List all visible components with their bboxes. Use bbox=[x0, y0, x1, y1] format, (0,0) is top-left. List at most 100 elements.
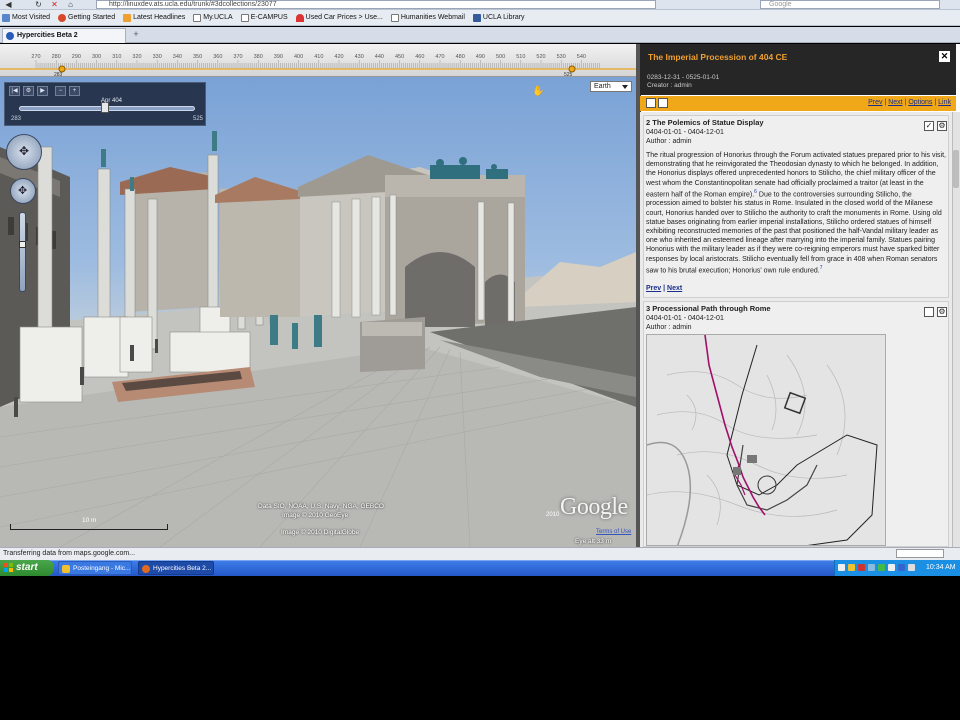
item-next-link[interactable]: Next bbox=[667, 285, 682, 292]
terms-of-use-link[interactable]: Terms of Use bbox=[596, 529, 631, 535]
timeline-tick-label: 310 bbox=[112, 54, 121, 60]
next-link[interactable]: Next bbox=[888, 99, 902, 106]
item-author: Author : admin bbox=[646, 138, 692, 145]
map-attribution-geoeye: Image © 2010 GeoEye bbox=[282, 512, 349, 519]
timeline-tick-label: 390 bbox=[274, 54, 283, 60]
panel-content[interactable]: 2 The Polemics of Statue Display ✓ ⚙ 040… bbox=[640, 112, 952, 547]
map-attribution-digitalglobe: Image © 2010 DigitalGlobe bbox=[281, 529, 360, 536]
timeline-tick-label: 370 bbox=[233, 54, 242, 60]
close-icon[interactable]: ✕ bbox=[939, 51, 950, 62]
firefox-icon bbox=[142, 565, 150, 573]
back-icon[interactable]: ◀ bbox=[2, 0, 15, 9]
item-author: Author : admin bbox=[646, 324, 692, 331]
bookmarks-bar: Most Visited Getting Started Latest Head… bbox=[0, 10, 960, 26]
item-settings-icon[interactable]: ⚙ bbox=[937, 121, 947, 131]
bookmark-humanities-webmail[interactable]: Humanities Webmail bbox=[390, 13, 465, 22]
item-prev-link[interactable]: Prev bbox=[646, 285, 661, 292]
volume-icon[interactable] bbox=[908, 564, 915, 571]
time-play-button[interactable]: ▶ bbox=[37, 86, 48, 96]
bookmark-most-visited[interactable]: Most Visited bbox=[2, 13, 50, 22]
firefox-icon bbox=[58, 13, 66, 22]
scale-bar bbox=[10, 524, 168, 530]
zoom-out-icon[interactable]: − bbox=[55, 86, 66, 96]
bookmark-latest-headlines[interactable]: Latest Headlines bbox=[123, 13, 185, 22]
timeline-tick-label: 400 bbox=[294, 54, 303, 60]
taskbar-item-firefox[interactable]: Hypercities Beta 2... bbox=[138, 561, 214, 575]
status-bar: Transferring data from maps.google.com..… bbox=[0, 547, 960, 560]
tab-hypercities[interactable]: Hypercities Beta 2 bbox=[2, 28, 126, 43]
timeline-bar[interactable]: 270 280 290 300 310 320 330 340 350 360 370 380 390 4… bbox=[0, 44, 640, 77]
item-title: 3 Processional Path through Rome bbox=[646, 304, 771, 313]
options-link[interactable]: Options bbox=[908, 99, 932, 106]
car-icon bbox=[295, 13, 304, 22]
time-slider-label: Apr 404 bbox=[101, 98, 123, 104]
time-slider-max: 525 bbox=[193, 116, 204, 122]
map-attribution: Data SIO, NOAA, U.S. Navy, NGA, GEBCO bbox=[258, 503, 384, 510]
collection-creator: Creator : admin bbox=[647, 82, 692, 89]
collection-item-card[interactable]: 3 Processional Path through Rome ⚙ 0404-… bbox=[643, 301, 949, 547]
google-earth-3d-view[interactable] bbox=[0, 77, 636, 547]
look-around-control[interactable]: ✥ bbox=[6, 134, 42, 170]
time-settings-button[interactable]: ⚙ bbox=[23, 86, 34, 96]
checkbox-checked[interactable]: ✓ bbox=[924, 121, 934, 131]
footnote-link[interactable]: 7 bbox=[820, 265, 823, 271]
zoom-slider[interactable] bbox=[19, 212, 26, 292]
bookmark-getting-started[interactable]: Getting Started bbox=[58, 13, 115, 22]
timeline-tick-label: 450 bbox=[395, 54, 404, 60]
search-input[interactable]: Google bbox=[760, 0, 940, 9]
tray-icon[interactable] bbox=[838, 564, 845, 571]
timeline-tick-label: 440 bbox=[375, 54, 384, 60]
timeline-tick-label: 270 bbox=[31, 54, 40, 60]
timeline-tick-label: 360 bbox=[213, 54, 222, 60]
bookmark-my-ucla[interactable]: My.UCLA bbox=[193, 13, 233, 22]
pan-arrows-icon: ✥ bbox=[18, 185, 28, 197]
item-dates: 0404-01-01 - 0404-12-01 bbox=[646, 129, 724, 136]
status-progress bbox=[896, 549, 944, 558]
item-settings-icon[interactable]: ⚙ bbox=[937, 307, 947, 317]
eye-altitude: Eye alt 33 m bbox=[575, 538, 612, 545]
reload-icon[interactable]: ↻ bbox=[32, 0, 45, 9]
list-view-icon[interactable] bbox=[646, 98, 656, 108]
tray-icon[interactable] bbox=[888, 564, 895, 571]
bookmark-e-campus[interactable]: E-CAMPUS bbox=[240, 13, 288, 22]
bookmark-used-car-prices[interactable]: Used Car Prices > Use... bbox=[295, 13, 383, 22]
clock: 10:34 AM bbox=[926, 564, 956, 571]
timeline-tick-label: 460 bbox=[415, 54, 424, 60]
bookmark-ucla-library[interactable]: UCLA Library bbox=[472, 13, 525, 22]
status-text: Transferring data from maps.google.com..… bbox=[3, 550, 136, 557]
stop-icon[interactable]: ✕ bbox=[48, 0, 61, 9]
checkbox[interactable] bbox=[924, 307, 934, 317]
tray-icon[interactable] bbox=[848, 564, 855, 571]
timeline-tick-label: 490 bbox=[476, 54, 485, 60]
compass-icon: ✥ bbox=[19, 144, 30, 158]
tray-icon[interactable] bbox=[858, 564, 865, 571]
processional-path-map[interactable] bbox=[646, 334, 886, 546]
layer-select[interactable]: Earth bbox=[590, 81, 632, 92]
time-start-button[interactable]: |◀ bbox=[9, 86, 20, 96]
tray-icon[interactable] bbox=[898, 564, 905, 571]
tray-icon[interactable] bbox=[868, 564, 875, 571]
item-nav-links: Prev | Next bbox=[646, 285, 683, 292]
timeline-tick-label: 480 bbox=[456, 54, 465, 60]
hand-cursor-icon: ✋ bbox=[532, 86, 545, 97]
panel-scrollbar-thumb[interactable] bbox=[953, 150, 959, 188]
home-icon[interactable]: ⌂ bbox=[64, 0, 77, 9]
url-bar[interactable]: http://linuxdev.ats.ucla.edu/trunk/#3dco… bbox=[96, 0, 656, 9]
tab-bar bbox=[0, 27, 960, 43]
bookmark-icon bbox=[2, 13, 10, 22]
link-link[interactable]: Link bbox=[938, 99, 951, 106]
taskbar-item-outlook[interactable]: Posteingang - Mic... bbox=[58, 561, 132, 575]
item-title: 2 The Polemics of Statue Display bbox=[646, 118, 764, 127]
timeline-tick-label: 320 bbox=[132, 54, 141, 60]
tray-icon[interactable] bbox=[878, 564, 885, 571]
zoom-in-icon[interactable]: + bbox=[69, 86, 80, 96]
move-control[interactable]: ✥ bbox=[10, 178, 36, 204]
timeline-tick-label: 530 bbox=[557, 54, 566, 60]
timeline-tick-label: 380 bbox=[254, 54, 263, 60]
zoom-slider-thumb[interactable] bbox=[19, 241, 26, 248]
google-year: 2010 bbox=[546, 512, 560, 518]
collection-item-card[interactable]: 2 The Polemics of Statue Display ✓ ⚙ 040… bbox=[643, 115, 949, 298]
new-tab-button[interactable]: + bbox=[130, 29, 142, 41]
grid-view-icon[interactable] bbox=[658, 98, 668, 108]
prev-link[interactable]: Prev bbox=[868, 99, 882, 106]
